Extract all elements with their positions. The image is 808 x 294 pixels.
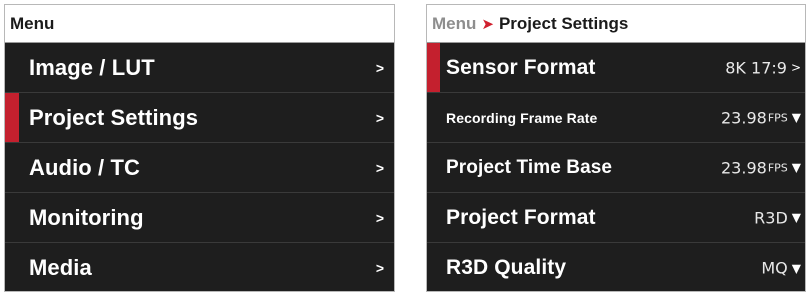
dropdown-arrow-icon: ▼ bbox=[791, 210, 801, 225]
chevron-right-icon: > bbox=[375, 209, 384, 226]
setting-label: Sensor Format bbox=[446, 55, 596, 79]
dropdown-arrow-icon: ▼ bbox=[791, 160, 801, 175]
setting-value-unit: FPS bbox=[767, 161, 788, 174]
selection-indicator bbox=[5, 93, 19, 142]
settings-list: Sensor Format 8K 17:9 > Recording Frame … bbox=[427, 43, 805, 291]
setting-label: R3D Quality bbox=[446, 256, 567, 279]
chevron-right-icon: > bbox=[375, 159, 384, 176]
menu-title: Menu bbox=[10, 13, 55, 33]
breadcrumb-menu-link[interactable]: Menu bbox=[432, 14, 476, 34]
menu-item-label: Audio / TC bbox=[29, 154, 140, 180]
menu-item-label: Monitoring bbox=[29, 204, 144, 230]
setting-sensor-format[interactable]: Sensor Format 8K 17:9 > bbox=[427, 43, 805, 93]
chevron-right-icon: > bbox=[790, 60, 801, 75]
setting-value-text: 23.98 bbox=[721, 158, 767, 177]
menu-header: Menu bbox=[5, 5, 394, 43]
setting-label: Project Format bbox=[446, 205, 596, 229]
breadcrumb-current: Project Settings bbox=[498, 13, 629, 33]
menu-item-label: Image / LUT bbox=[29, 54, 155, 80]
breadcrumb-arrow-icon: ➤ bbox=[481, 15, 494, 33]
setting-value[interactable]: 23.98 FPS ▼ bbox=[721, 108, 801, 127]
menu-item-label: Media bbox=[29, 255, 92, 280]
chevron-right-icon: > bbox=[375, 260, 384, 276]
project-settings-panel: Menu ➤ Project Settings Sensor Format 8K… bbox=[426, 4, 806, 292]
setting-label: Recording Frame Rate bbox=[446, 109, 598, 126]
setting-value[interactable]: R3D ▼ bbox=[754, 208, 801, 227]
setting-value-unit: FPS bbox=[767, 111, 788, 124]
setting-value[interactable]: 8K 17:9 > bbox=[725, 58, 801, 77]
dropdown-arrow-icon: ▼ bbox=[791, 110, 801, 125]
setting-r3d-quality[interactable]: R3D Quality MQ ▼ bbox=[427, 243, 805, 291]
setting-project-time-base[interactable]: Project Time Base 23.98 FPS ▼ bbox=[427, 143, 805, 193]
chevron-right-icon: > bbox=[375, 59, 384, 76]
dropdown-arrow-icon: ▼ bbox=[791, 261, 801, 275]
menu-item-label: Project Settings bbox=[29, 104, 199, 130]
menu-item-audio-tc[interactable]: Audio / TC > bbox=[5, 143, 394, 193]
menu-item-monitoring[interactable]: Monitoring > bbox=[5, 193, 394, 243]
setting-value-text: MQ bbox=[761, 258, 788, 278]
setting-value-text: R3D bbox=[754, 208, 788, 227]
breadcrumb: Menu ➤ Project Settings bbox=[427, 5, 805, 43]
chevron-right-icon: > bbox=[375, 109, 384, 126]
setting-value-text: 23.98 bbox=[721, 108, 767, 127]
menu-list: Image / LUT > Project Settings > Audio /… bbox=[5, 43, 394, 291]
menu-item-image-lut[interactable]: Image / LUT > bbox=[5, 43, 394, 93]
menu-panel: Menu Image / LUT > Project Settings > Au… bbox=[4, 4, 395, 292]
setting-value[interactable]: MQ ▼ bbox=[761, 259, 801, 278]
menu-item-media[interactable]: Media > bbox=[5, 243, 394, 291]
setting-value[interactable]: 23.98 FPS ▼ bbox=[721, 158, 801, 177]
setting-label: Project Time Base bbox=[446, 156, 613, 178]
selection-indicator bbox=[427, 43, 440, 92]
menu-item-project-settings[interactable]: Project Settings > bbox=[5, 93, 394, 143]
setting-project-format[interactable]: Project Format R3D ▼ bbox=[427, 193, 805, 243]
setting-recording-frame-rate[interactable]: Recording Frame Rate 23.98 FPS ▼ bbox=[427, 93, 805, 143]
setting-value-text: 8K 17:9 bbox=[725, 58, 787, 77]
